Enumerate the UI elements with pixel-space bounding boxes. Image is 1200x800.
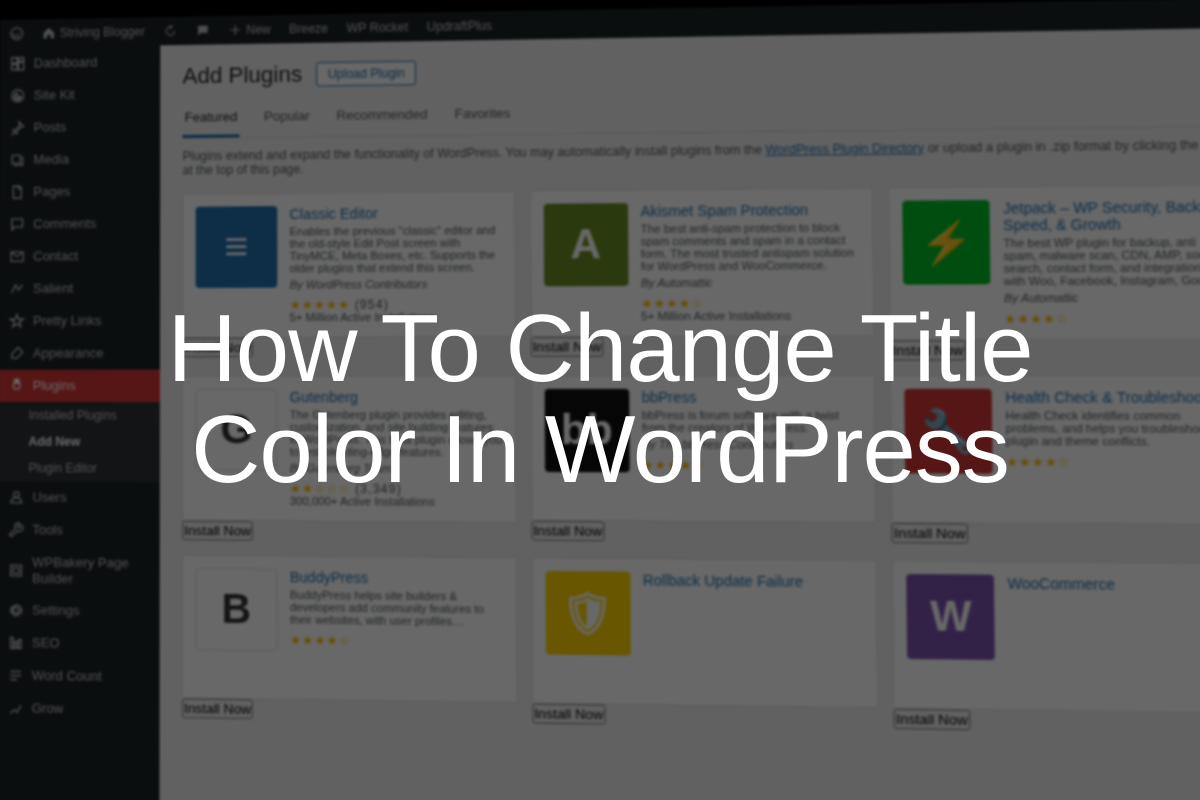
hero-title-text: How To Change Title Color In WordPress	[110, 299, 1090, 501]
hero-title-overlay: How To Change Title Color In WordPress	[0, 0, 1200, 800]
